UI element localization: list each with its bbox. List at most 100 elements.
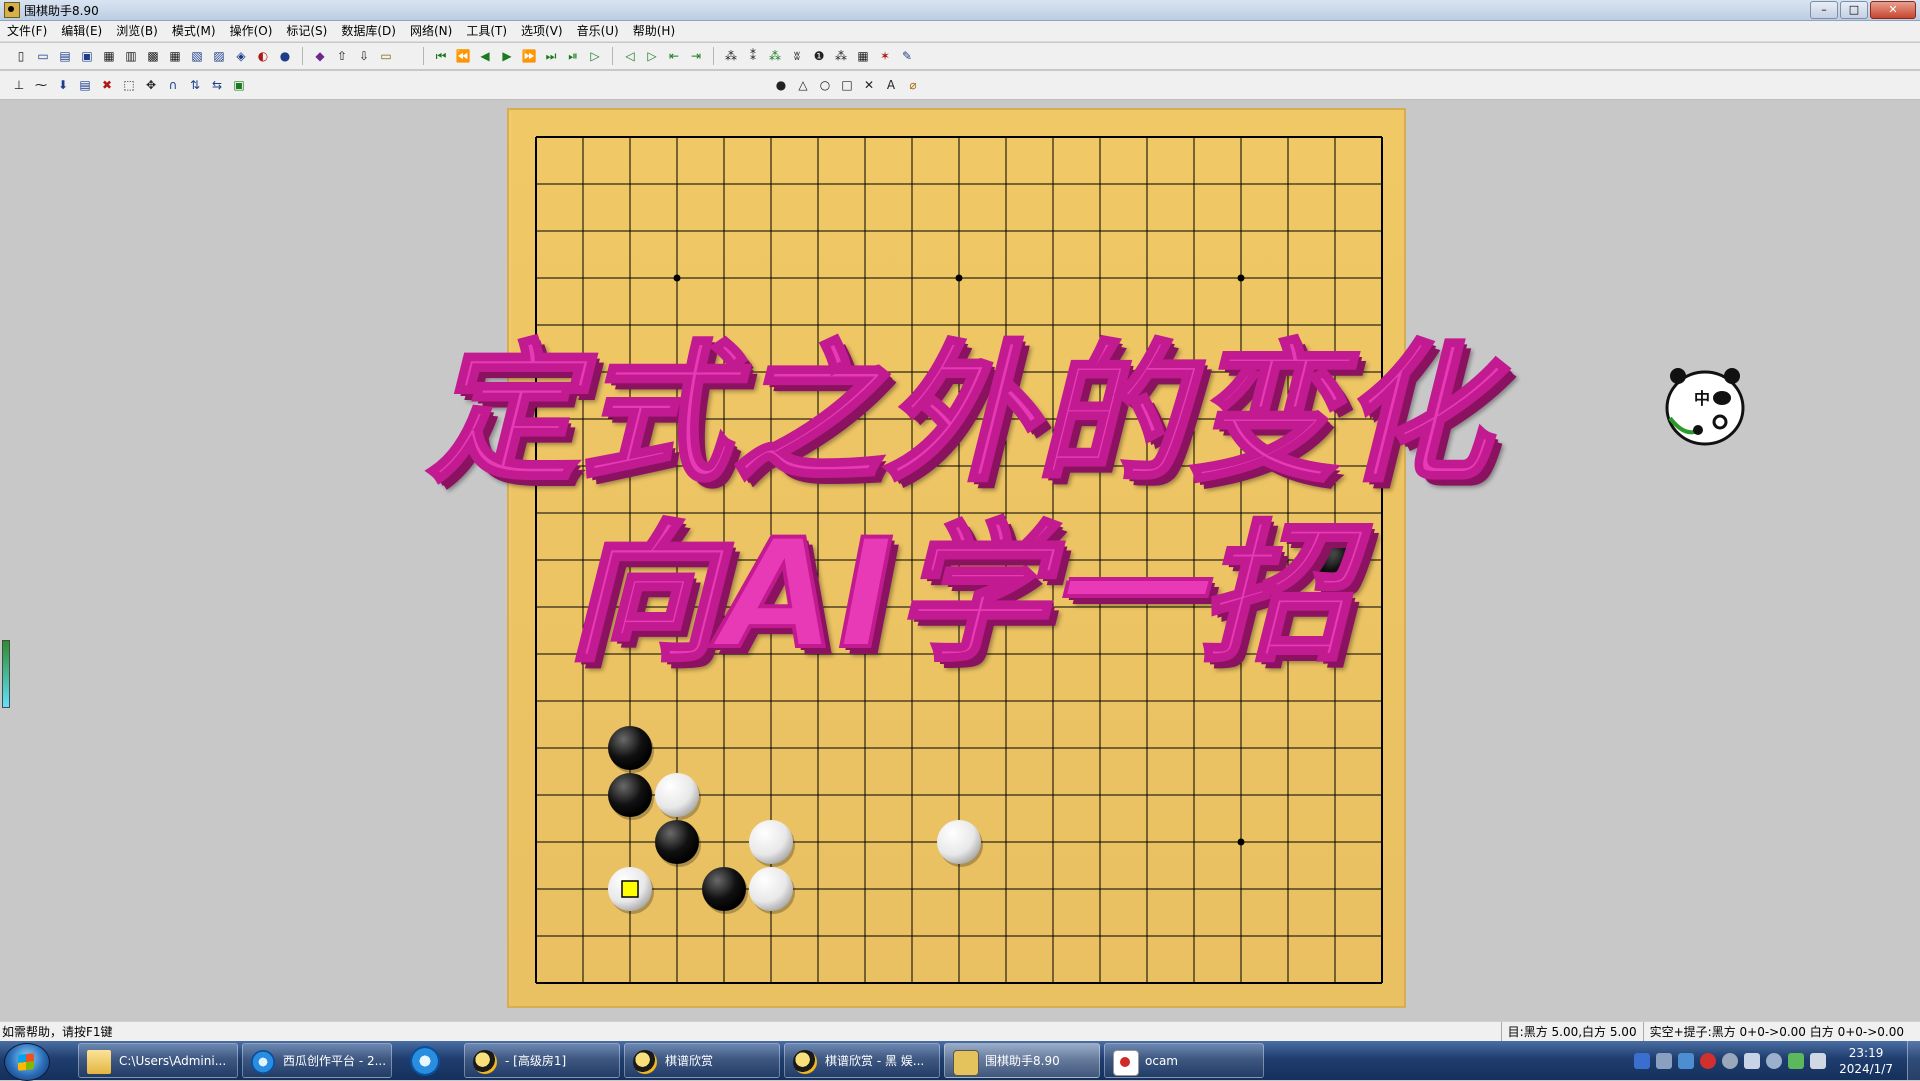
task-go-assistant[interactable]: 围棋助手8.90 <box>944 1043 1100 1078</box>
grid-icon[interactable]: ▦ <box>166 47 184 65</box>
select-rect-icon[interactable]: ⬚ <box>120 76 138 94</box>
open-file-icon[interactable]: ▭ <box>34 47 52 65</box>
next-variation-icon[interactable]: ▷ <box>643 47 661 65</box>
eraser-icon[interactable]: ⌀ <box>904 76 922 94</box>
jump-icon[interactable]: ⏯ <box>564 47 582 65</box>
remove-icon[interactable]: ✖ <box>98 76 116 94</box>
net-icon[interactable]: ◈ <box>232 47 250 65</box>
back-one-icon[interactable]: ◀ <box>476 47 494 65</box>
sync-icon[interactable] <box>1722 1052 1739 1069</box>
ie-quicklaunch-icon[interactable] <box>410 1046 440 1076</box>
menu-help[interactable]: 帮助(H) <box>626 21 682 41</box>
task-browser[interactable]: 西瓜创作平台 - 2... <box>242 1043 392 1078</box>
volume-icon[interactable] <box>1744 1052 1761 1069</box>
record-icon[interactable] <box>1700 1052 1717 1069</box>
black-stone[interactable] <box>608 726 652 770</box>
down-icon[interactable]: ⬇ <box>54 76 72 94</box>
page-icon[interactable]: ▥ <box>122 47 140 65</box>
open-db-icon[interactable]: ▤ <box>56 47 74 65</box>
frame-icon[interactable]: ▣ <box>230 76 248 94</box>
show-desktop-button[interactable] <box>1907 1041 1920 1080</box>
variation-end-icon[interactable]: ⇥ <box>687 47 705 65</box>
print-icon[interactable]: ▦ <box>100 47 118 65</box>
stamp-icon[interactable]: ⊥ <box>10 76 28 94</box>
image-icon[interactable]: ▧ <box>188 47 206 65</box>
clock[interactable]: 23:19 2024/1/7 <box>1839 1045 1893 1077</box>
music-icon[interactable]: ◐ <box>254 47 272 65</box>
ime-icon[interactable] <box>1634 1052 1651 1069</box>
menu-browse[interactable]: 浏览(B) <box>109 21 165 41</box>
forward-one-icon[interactable]: ▶ <box>498 47 516 65</box>
white-stone[interactable] <box>749 820 793 864</box>
swap-vertical-icon[interactable]: ⇅ <box>186 76 204 94</box>
book-icon[interactable]: ◆ <box>311 47 329 65</box>
number-icon[interactable]: ❶ <box>810 47 828 65</box>
circle-mark-icon[interactable]: ○ <box>816 76 834 94</box>
close-button[interactable]: ✕ <box>1870 1 1916 19</box>
folder-icon[interactable]: ▭ <box>377 47 395 65</box>
menu-network[interactable]: 网络(N) <box>403 21 459 41</box>
network-icon[interactable] <box>1788 1052 1805 1069</box>
last-move-icon[interactable]: ⏭ <box>542 47 560 65</box>
table-icon[interactable]: ▦ <box>854 47 872 65</box>
board-setup-icon[interactable]: ▩ <box>144 47 162 65</box>
page-list-icon[interactable]: ▤ <box>76 76 94 94</box>
export-icon[interactable]: ▨ <box>210 47 228 65</box>
cross-mark-icon[interactable]: ✕ <box>860 76 878 94</box>
triangle-mark-icon[interactable]: △ <box>794 76 812 94</box>
variation-start-icon[interactable]: ⇤ <box>665 47 683 65</box>
swap-horizontal-icon[interactable]: ⇆ <box>208 76 226 94</box>
action-center-icon[interactable] <box>1810 1052 1827 1069</box>
menu-file[interactable]: 文件(F) <box>0 21 54 41</box>
white-stone[interactable] <box>655 773 699 817</box>
minimize-button[interactable]: – <box>1810 1 1838 19</box>
first-move-icon[interactable]: ⏮ <box>432 47 450 65</box>
forward-ten-icon[interactable]: ⏩ <box>520 47 538 65</box>
back-ten-icon[interactable]: ⏪ <box>454 47 472 65</box>
stone-mark-icon[interactable]: ● <box>772 76 790 94</box>
update-icon[interactable] <box>1766 1052 1783 1069</box>
play-icon[interactable]: ▷ <box>586 47 604 65</box>
magnet-icon[interactable]: ∩ <box>164 76 182 94</box>
menu-database[interactable]: 数据库(D) <box>334 21 403 41</box>
black-stone[interactable] <box>655 820 699 864</box>
analyze-icon[interactable]: ⁂ <box>722 47 740 65</box>
white-stone[interactable] <box>749 867 793 911</box>
prev-variation-icon[interactable]: ◁ <box>621 47 639 65</box>
task-record-viewer[interactable]: 棋谱欣赏 <box>624 1043 780 1078</box>
shield-icon[interactable] <box>1678 1052 1695 1069</box>
group-icon[interactable]: ⁂ <box>832 47 850 65</box>
menu-mark[interactable]: 标记(S) <box>279 21 334 41</box>
pen-icon[interactable]: ✎ <box>898 47 916 65</box>
menu-operate[interactable]: 操作(O) <box>223 21 280 41</box>
menu-mode[interactable]: 模式(M) <box>165 21 223 41</box>
task-game-room[interactable]: - [高级房1] <box>464 1043 620 1078</box>
white-stone[interactable] <box>937 820 981 864</box>
ai-icon[interactable]: ⁑ <box>744 47 762 65</box>
wgf-icon[interactable]: ʬ <box>788 47 806 65</box>
task-ocam[interactable]: ocam <box>1104 1043 1264 1078</box>
delete-icon[interactable]: ✶ <box>876 47 894 65</box>
menu-music[interactable]: 音乐(U) <box>570 21 626 41</box>
black-stone[interactable] <box>702 867 746 911</box>
black-stone[interactable] <box>608 773 652 817</box>
move-icon[interactable]: ✥ <box>142 76 160 94</box>
menu-tools[interactable]: 工具(T) <box>459 21 514 41</box>
ai-suggest-icon[interactable]: ⁂ <box>766 47 784 65</box>
menu-options[interactable]: 选项(V) <box>514 21 570 41</box>
letter-mark-icon[interactable]: A <box>882 76 900 94</box>
save-icon[interactable]: ▣ <box>78 47 96 65</box>
brush-icon[interactable]: ⁓ <box>32 76 50 94</box>
square-mark-icon[interactable]: □ <box>838 76 856 94</box>
start-button[interactable] <box>4 1043 50 1081</box>
help-icon[interactable]: ● <box>276 47 294 65</box>
folder-icon <box>87 1050 111 1074</box>
new-file-icon[interactable]: ▯ <box>12 47 30 65</box>
task-explorer[interactable]: C:\Users\Admini... <box>78 1043 238 1078</box>
task-record-viewer-2[interactable]: 棋谱欣赏 - 黑 娱... <box>784 1043 940 1078</box>
maximize-button[interactable]: □ <box>1840 1 1868 19</box>
down-arrow-icon[interactable]: ⇩ <box>355 47 373 65</box>
usb-icon[interactable] <box>1656 1052 1673 1069</box>
up-arrow-icon[interactable]: ⇧ <box>333 47 351 65</box>
menu-edit[interactable]: 编辑(E) <box>54 21 109 41</box>
